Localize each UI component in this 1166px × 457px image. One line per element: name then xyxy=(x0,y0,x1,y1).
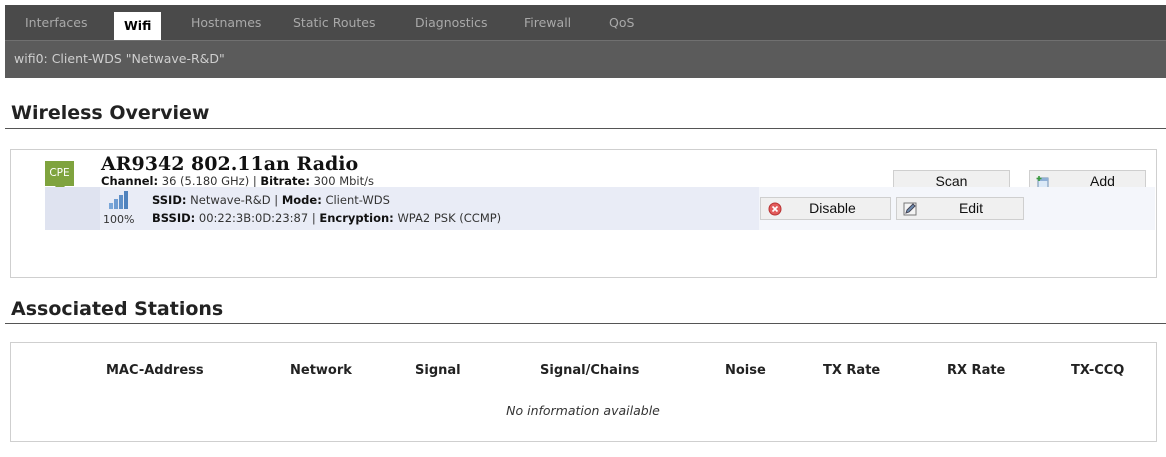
radio-name: AR9342 802.11an Radio xyxy=(101,153,359,175)
network-row: 100% SSID: Netwave-R&D | Mode: Client-WD… xyxy=(45,187,1155,230)
tab-static-routes[interactable]: Static Routes xyxy=(293,5,376,40)
channel-value: 36 (5.180 GHz) xyxy=(161,174,250,188)
ssid-label: SSID: xyxy=(152,193,187,207)
col-rx-rate: RX Rate xyxy=(947,363,1006,378)
radio-info: Channel: 36 (5.180 GHz) | Bitrate: 300 M… xyxy=(101,174,374,188)
col-network: Network xyxy=(290,363,352,378)
disable-icon xyxy=(768,202,782,216)
disable-button-label: Disable xyxy=(809,200,856,216)
tab-firewall[interactable]: Firewall xyxy=(524,5,571,40)
tab-qos[interactable]: QoS xyxy=(609,5,634,40)
bssid-value: 00:22:3B:0D:23:87 xyxy=(198,211,309,225)
tab-hostnames[interactable]: Hostnames xyxy=(191,5,261,40)
stations-panel xyxy=(10,342,1157,442)
signal-percent: 100% xyxy=(103,213,135,226)
separator: | xyxy=(274,193,279,207)
edit-icon xyxy=(903,202,917,216)
tab-interfaces[interactable]: Interfaces xyxy=(25,5,87,40)
radio-panel: CPE AR9342 802.11an Radio Channel: 36 (5… xyxy=(10,149,1157,278)
bitrate-label: Bitrate: xyxy=(260,174,310,188)
edit-button-label: Edit xyxy=(958,200,984,216)
encryption-value: WPA2 PSK (CCMP) xyxy=(397,211,502,225)
network-row-strip xyxy=(45,187,100,230)
col-noise: Noise xyxy=(725,363,766,378)
section-divider xyxy=(5,128,1166,129)
associated-stations-heading: Associated Stations xyxy=(11,298,224,320)
mode-value: Client-WDS xyxy=(325,193,390,207)
section-divider xyxy=(5,323,1166,324)
network-line-1: SSID: Netwave-R&D | Mode: Client-WDS xyxy=(152,191,501,209)
wireless-overview-heading: Wireless Overview xyxy=(11,102,210,124)
network-line-2: BSSID: 00:22:3B:0D:23:87 | Encryption: W… xyxy=(152,209,501,227)
signal-strength-icon xyxy=(109,191,128,209)
encryption-label: Encryption: xyxy=(319,211,394,225)
disable-button[interactable]: Disable xyxy=(760,197,891,220)
edit-button[interactable]: Edit xyxy=(896,197,1024,220)
sub-tab-bar: wifi0: Client-WDS "Netwave-R&D" xyxy=(5,40,1166,78)
ssid-value: Netwave-R&D xyxy=(190,193,271,207)
cpe-badge-icon: CPE xyxy=(45,161,74,192)
separator: | xyxy=(311,211,316,225)
subtab-wifi0[interactable]: wifi0: Client-WDS "Netwave-R&D" xyxy=(14,41,225,77)
separator: | xyxy=(252,174,257,188)
no-stations-message: No information available xyxy=(506,403,660,418)
col-tx-ccq: TX-CCQ xyxy=(1071,363,1125,378)
tab-wifi[interactable]: Wifi xyxy=(114,12,162,40)
bitrate-value: 300 Mbit/s xyxy=(313,174,374,188)
bssid-label: BSSID: xyxy=(152,211,196,225)
col-mac-address: MAC-Address xyxy=(106,363,204,378)
col-signal: Signal xyxy=(415,363,461,378)
network-details: SSID: Netwave-R&D | Mode: Client-WDS BSS… xyxy=(152,191,501,227)
main-tab-bar: Interfaces Wifi Hostnames Static Routes … xyxy=(5,5,1166,40)
col-signal-chains: Signal/Chains xyxy=(540,363,640,378)
mode-label: Mode: xyxy=(281,193,322,207)
channel-label: Channel: xyxy=(101,174,159,188)
col-tx-rate: TX Rate xyxy=(823,363,881,378)
tab-diagnostics[interactable]: Diagnostics xyxy=(415,5,488,40)
